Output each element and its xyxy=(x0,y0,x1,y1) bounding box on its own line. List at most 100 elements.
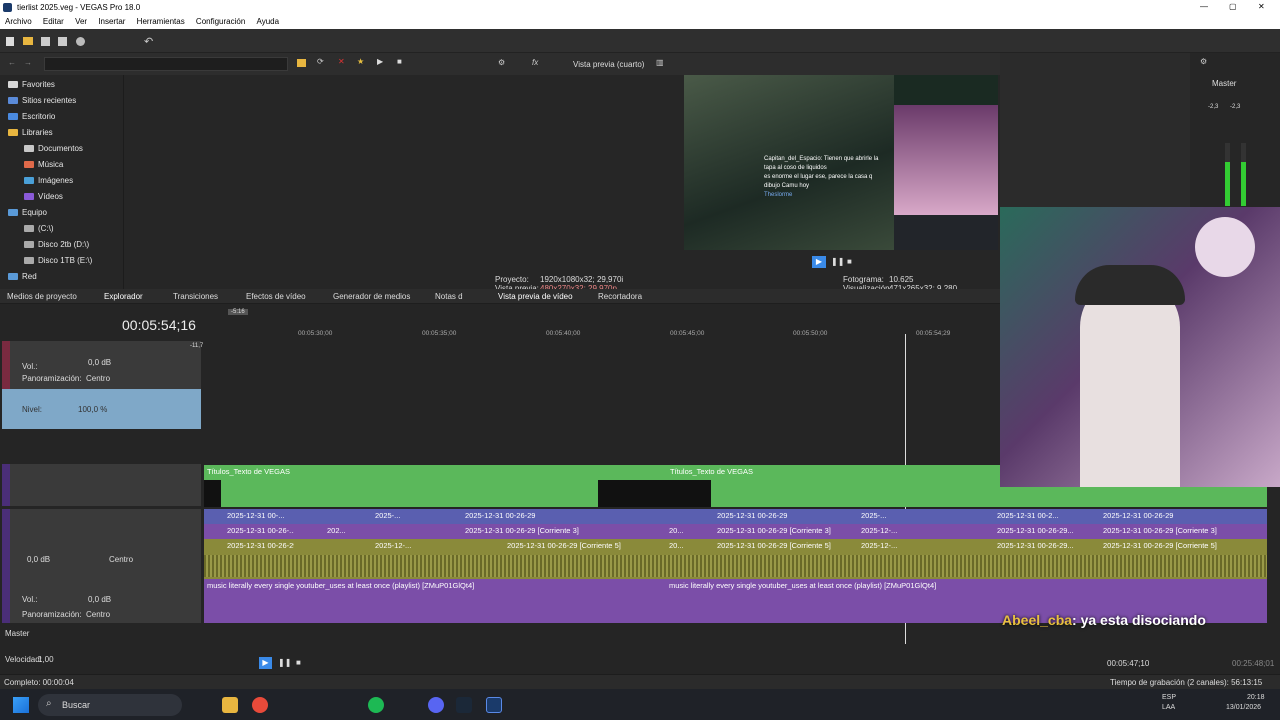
tree-item-favorites[interactable]: Favorites xyxy=(8,80,55,89)
language-indicator[interactable]: ESP xyxy=(1162,694,1176,701)
vegas-taskbar-icon[interactable] xyxy=(486,697,502,713)
tree-item-recent[interactable]: Sitios recientes xyxy=(8,96,76,105)
tree-item-music[interactable]: Música xyxy=(24,160,63,169)
video-clip[interactable]: 2025-12-31 00-26-29 xyxy=(1100,509,1260,523)
audio-clip[interactable]: 2025-12-31 00-26-29 [Corriente 3] xyxy=(1100,524,1260,538)
timeline-pause-button[interactable]: ❚❚ xyxy=(278,658,291,667)
new-file-icon[interactable] xyxy=(6,37,14,46)
tree-item-images[interactable]: Imágenes xyxy=(24,176,73,185)
folder-up-icon[interactable] xyxy=(297,59,306,67)
audio-clip[interactable]: 2025-12-31 00-26-29 [Corriente 5] xyxy=(504,539,644,553)
timeline-stop-button[interactable]: ■ xyxy=(296,658,301,667)
audio-clip[interactable]: 2025-12-... xyxy=(858,539,903,553)
clock-date[interactable]: 13/01/2026 xyxy=(1226,704,1261,711)
favorite-star-icon[interactable]: ★ xyxy=(357,57,364,66)
audio-clip[interactable]: 2025-12-31 00-26-... xyxy=(224,524,294,538)
audio-clip[interactable]: 20... xyxy=(666,524,696,538)
track-header-text[interactable] xyxy=(2,464,201,506)
tab-notes[interactable]: Notas d xyxy=(435,292,463,301)
video-clip[interactable]: 2025-12-31 00-26-29 xyxy=(714,509,844,523)
audio-clip[interactable]: 2025-12-31 00-26-29 [Corriente 3] xyxy=(714,524,834,538)
video-clip[interactable]: 2025-... xyxy=(372,509,412,523)
video-clip[interactable]: 2025-12-31 00-2... xyxy=(994,509,1074,523)
steam-icon[interactable] xyxy=(456,697,472,713)
video-clip[interactable]: 2025-12-31 00-... xyxy=(224,509,294,523)
text-clip[interactable]: Títulos_Texto de VEGAS xyxy=(204,465,594,479)
preview-quality-select[interactable]: Vista previa (cuarto) xyxy=(573,60,644,69)
preview-stop-button[interactable]: ■ xyxy=(847,257,852,266)
search-box[interactable]: ⌕ Buscar xyxy=(38,694,182,716)
audio-clip[interactable]: 2025-12-31 00-26-29... xyxy=(994,539,1074,553)
tab-transitions[interactable]: Transiciones xyxy=(173,292,218,301)
tree-item-desktop[interactable]: Escritorio xyxy=(8,112,55,121)
refresh-icon[interactable]: ⟳ xyxy=(317,57,324,66)
undo-icon[interactable]: ↶ xyxy=(144,35,153,48)
maximize-button[interactable]: ▢ xyxy=(1229,2,1237,11)
gear-icon[interactable]: ⚙ xyxy=(498,58,505,67)
tree-item-computer[interactable]: Equipo xyxy=(8,208,47,217)
back-icon[interactable]: ← xyxy=(8,58,16,67)
menu-herramientas[interactable]: Herramientas xyxy=(137,15,185,29)
chrome-icon[interactable] xyxy=(252,697,268,713)
tab-video-preview[interactable]: Vista previa de vídeo xyxy=(498,292,573,301)
tree-item-drive-c[interactable]: (C:\) xyxy=(24,224,54,233)
text-clip[interactable]: Títulos_Texto de VEGAS xyxy=(667,465,967,479)
file-explorer-icon[interactable] xyxy=(222,697,238,713)
settings-icon[interactable] xyxy=(76,37,85,46)
menu-archivo[interactable]: Archivo xyxy=(5,15,32,29)
audio-clip[interactable]: 202... xyxy=(324,524,354,538)
forward-icon[interactable]: → xyxy=(24,58,32,67)
tree-item-libraries[interactable]: Libraries xyxy=(8,128,53,137)
audio-clip[interactable]: 20... xyxy=(666,539,696,553)
timeline-play-button[interactable]: ▶ xyxy=(259,657,272,669)
music-clip[interactable]: music literally every single youtuber_us… xyxy=(204,579,644,593)
menu-ver[interactable]: Ver xyxy=(75,15,87,29)
track-header-16[interactable]: Vol.: 0,0 dB Panoramización: Centro xyxy=(2,579,201,623)
preview-pause-button[interactable]: ❚❚ xyxy=(831,257,844,266)
tab-video-fx[interactable]: Efectos de vídeo xyxy=(246,292,306,301)
save-as-icon[interactable] xyxy=(58,37,67,46)
spotify-icon[interactable] xyxy=(368,697,384,713)
menu-insertar[interactable]: Insertar xyxy=(98,15,125,29)
discord-icon[interactable] xyxy=(428,697,444,713)
audio-clip[interactable]: 2025-12-31 00-26-29... xyxy=(994,524,1074,538)
delete-icon[interactable]: ✕ xyxy=(338,57,345,66)
tab-project-media[interactable]: Medios de proyecto xyxy=(7,292,77,301)
close-button[interactable]: ✕ xyxy=(1258,2,1265,11)
audio-clip[interactable]: 2025-12-... xyxy=(372,539,412,553)
menu-editar[interactable]: Editar xyxy=(43,15,64,29)
track-header-video[interactable]: 0,0 dB Centro xyxy=(2,509,201,579)
tab-trimmer[interactable]: Recortadora xyxy=(598,292,642,301)
audio-clip[interactable]: 2025-12-31 00-26-29 [Corriente 3] xyxy=(462,524,602,538)
video-clip[interactable]: 2025-12-31 00-26-29 xyxy=(462,509,602,523)
tree-item-documents[interactable]: Documentos xyxy=(24,144,83,153)
video-clip[interactable]: 2025-... xyxy=(858,509,898,523)
tab-explorer[interactable]: Explorador xyxy=(104,292,143,301)
minimize-button[interactable]: — xyxy=(1200,2,1208,11)
audio-clip[interactable]: 2025-12-31 00-26-29 [Corriente 5] xyxy=(714,539,834,553)
audio-clip[interactable]: 2025-12-31 00-26-29 [Corriente 5] xyxy=(1100,539,1260,553)
path-field[interactable] xyxy=(44,57,288,71)
stop-icon[interactable]: ■ xyxy=(397,57,402,66)
tree-item-network[interactable]: Red xyxy=(8,272,37,281)
language-indicator-sub[interactable]: LAA xyxy=(1162,704,1175,711)
tree-item-drive-d[interactable]: Disco 2tb (D:\) xyxy=(24,240,89,249)
master-gear-icon[interactable]: ⚙ xyxy=(1200,57,1207,66)
grid-icon[interactable]: ▥ xyxy=(656,58,664,67)
menu-configuracion[interactable]: Configuración xyxy=(196,15,245,29)
open-folder-icon[interactable] xyxy=(23,37,33,45)
windows-start-icon[interactable] xyxy=(13,697,29,713)
clock-time[interactable]: 20:18 xyxy=(1247,694,1265,701)
save-icon[interactable] xyxy=(41,37,50,46)
track-header-9[interactable]: Nivel: 100,0 % xyxy=(2,389,201,429)
preview-play-button[interactable]: ▶ xyxy=(812,256,826,268)
tree-item-drive-e[interactable]: Disco 1TB (E:\) xyxy=(24,256,92,265)
menu-ayuda[interactable]: Ayuda xyxy=(257,15,280,29)
tree-item-videos[interactable]: Vídeos xyxy=(24,192,63,201)
play-icon[interactable]: ▶ xyxy=(377,57,383,66)
tab-media-generators[interactable]: Generador de medios xyxy=(333,292,410,301)
music-clip[interactable]: music literally every single youtuber_us… xyxy=(666,579,1006,593)
audio-clip[interactable]: 2025-12-... xyxy=(858,524,903,538)
fx-icon[interactable]: fx xyxy=(532,58,538,67)
audio-clip[interactable]: 2025-12-31 00-26-29 xyxy=(224,539,294,553)
